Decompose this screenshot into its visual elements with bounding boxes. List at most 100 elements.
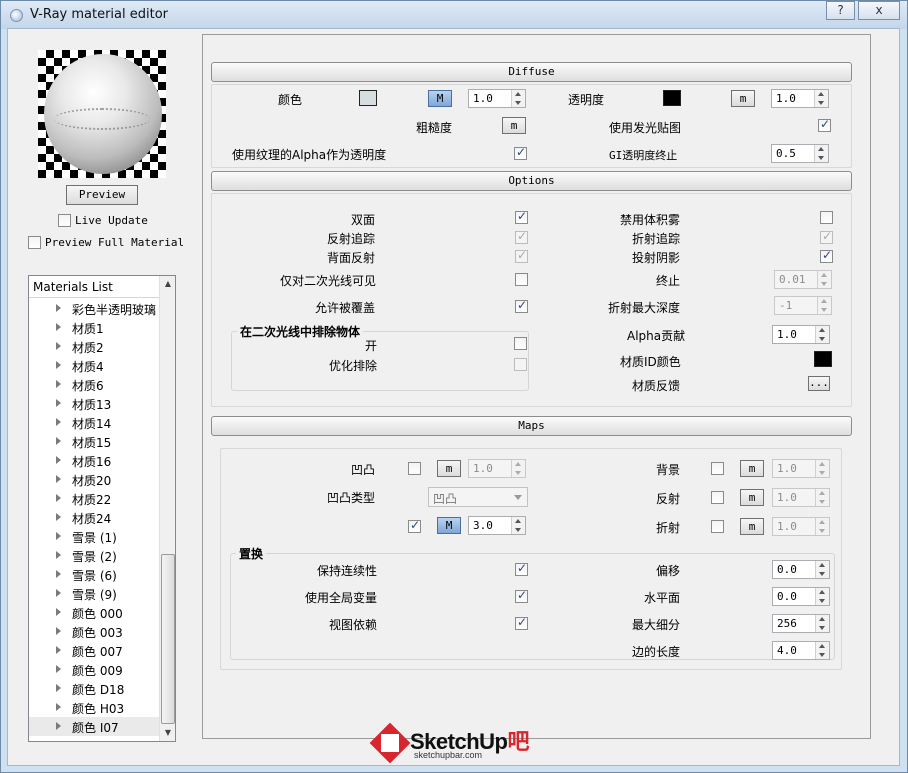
use-texture-alpha-checkbox[interactable]: [514, 145, 527, 160]
refraction-checkbox[interactable]: [711, 520, 724, 533]
disable-volume-fog-checkbox[interactable]: [820, 211, 833, 224]
list-item[interactable]: 材质24: [29, 508, 159, 527]
max-subdivs-spinner[interactable]: 256: [772, 614, 830, 633]
reflect-backside-checkbox[interactable]: [515, 248, 528, 263]
allow-overrides-checkbox[interactable]: [515, 298, 528, 313]
list-item[interactable]: 材质13: [29, 394, 159, 413]
displacement-map-button[interactable]: M: [437, 517, 461, 534]
list-item[interactable]: 颜色 007: [29, 641, 159, 660]
expand-arrow-icon[interactable]: [56, 342, 61, 350]
transparency-map-button[interactable]: m: [731, 90, 755, 107]
cast-shadows-checkbox[interactable]: [820, 248, 833, 263]
diffuse-color-multiplier[interactable]: 1.0: [468, 89, 526, 108]
trace-refractions-checkbox[interactable]: [820, 229, 833, 244]
transparency-color-swatch[interactable]: [663, 90, 681, 106]
background-map-button[interactable]: m: [740, 460, 764, 477]
expand-arrow-icon[interactable]: [56, 361, 61, 369]
scroll-up-icon[interactable]: ▲: [160, 276, 175, 292]
list-item[interactable]: 颜色 003: [29, 622, 159, 641]
reflection-multiplier[interactable]: 1.0: [772, 488, 830, 507]
expand-arrow-icon[interactable]: [56, 494, 61, 502]
list-item[interactable]: 颜色 H03: [29, 698, 159, 717]
expand-arrow-icon[interactable]: [56, 684, 61, 692]
list-item[interactable]: 雪景 (6): [29, 565, 159, 584]
use-global-checkbox[interactable]: [515, 588, 528, 603]
list-item[interactable]: 材质2: [29, 337, 159, 356]
expand-arrow-icon[interactable]: [56, 380, 61, 388]
list-item[interactable]: 材质16: [29, 451, 159, 470]
expand-arrow-icon[interactable]: [56, 722, 61, 730]
expand-arrow-icon[interactable]: [56, 646, 61, 654]
background-multiplier[interactable]: 1.0: [772, 459, 830, 478]
list-item[interactable]: 雪景 (2): [29, 546, 159, 565]
exclude-on-checkbox[interactable]: [514, 337, 527, 350]
expand-arrow-icon[interactable]: [56, 437, 61, 445]
scroll-down-icon[interactable]: ▼: [160, 725, 175, 741]
expand-arrow-icon[interactable]: [56, 475, 61, 483]
alpha-contribution-spinner[interactable]: 1.0: [772, 325, 830, 344]
refraction-multiplier[interactable]: 1.0: [772, 517, 830, 536]
list-item[interactable]: 颜色 009: [29, 660, 159, 679]
scroll-thumb[interactable]: [161, 554, 175, 724]
expand-arrow-icon[interactable]: [56, 456, 61, 464]
list-item[interactable]: 材质22: [29, 489, 159, 508]
list-item[interactable]: 材质15: [29, 432, 159, 451]
expand-arrow-icon[interactable]: [56, 551, 61, 559]
gi-cutoff-spinner[interactable]: 0.5: [771, 144, 829, 163]
close-button[interactable]: x: [858, 1, 900, 20]
list-item[interactable]: 颜色 D18: [29, 679, 159, 698]
use-illum-map-checkbox[interactable]: [818, 117, 831, 132]
shift-spinner[interactable]: 0.0: [772, 560, 830, 579]
max-refraction-depth-spinner[interactable]: -1: [774, 296, 832, 315]
displacement-checkbox[interactable]: [408, 518, 421, 533]
expand-arrow-icon[interactable]: [56, 532, 61, 540]
list-item[interactable]: 雪景 (1): [29, 527, 159, 546]
list-item[interactable]: 材质20: [29, 470, 159, 489]
refraction-map-button[interactable]: m: [740, 518, 764, 535]
reflection-map-button[interactable]: m: [740, 489, 764, 506]
bump-type-dropdown[interactable]: 凹凸: [428, 487, 528, 507]
diffuse-color-map-button[interactable]: M: [428, 90, 452, 107]
maps-header[interactable]: Maps: [211, 416, 852, 436]
expand-arrow-icon[interactable]: [56, 418, 61, 426]
list-item[interactable]: 颜色 I07: [29, 717, 159, 736]
bump-multiplier[interactable]: 1.0: [468, 459, 526, 478]
expand-arrow-icon[interactable]: [56, 513, 61, 521]
list-item[interactable]: 颜色 000: [29, 603, 159, 622]
diffuse-color-swatch[interactable]: [359, 90, 377, 106]
roughness-map-button[interactable]: m: [502, 117, 526, 134]
expand-arrow-icon[interactable]: [56, 589, 61, 597]
optimize-exclusion-checkbox[interactable]: [514, 358, 527, 371]
bump-checkbox[interactable]: [408, 462, 421, 475]
list-item[interactable]: 雪景 (9): [29, 584, 159, 603]
expand-arrow-icon[interactable]: [56, 703, 61, 711]
material-id-color-swatch[interactable]: [814, 351, 832, 367]
reflection-checkbox[interactable]: [711, 491, 724, 504]
expand-arrow-icon[interactable]: [56, 323, 61, 331]
diffuse-header[interactable]: Diffuse: [211, 62, 852, 82]
keep-continuity-checkbox[interactable]: [515, 561, 528, 576]
double-sided-checkbox[interactable]: [515, 209, 528, 224]
list-item[interactable]: 材质4: [29, 356, 159, 375]
materials-list-scrollbar[interactable]: ▲ ▼: [159, 276, 175, 741]
water-level-spinner[interactable]: 0.0: [772, 587, 830, 606]
preview-full-material-checkbox[interactable]: [28, 236, 41, 249]
view-dependent-checkbox[interactable]: [515, 615, 528, 630]
edge-length-spinner[interactable]: 4.0: [772, 641, 830, 660]
displacement-multiplier[interactable]: 3.0: [468, 516, 526, 535]
expand-arrow-icon[interactable]: [56, 627, 61, 635]
materials-list[interactable]: Materials List 彩色半透明玻璃 材质1 材质2 材质4 材质6 材质13 材质…: [28, 275, 176, 742]
live-update-checkbox[interactable]: [58, 214, 71, 227]
material-feedback-button[interactable]: ...: [808, 376, 830, 391]
list-item[interactable]: 材质1: [29, 318, 159, 337]
help-button[interactable]: ?: [826, 1, 855, 20]
options-header[interactable]: Options: [211, 171, 852, 191]
secondary-only-checkbox[interactable]: [515, 273, 528, 286]
expand-arrow-icon[interactable]: [56, 304, 61, 312]
bump-map-button[interactable]: m: [437, 460, 461, 477]
expand-arrow-icon[interactable]: [56, 665, 61, 673]
preview-button[interactable]: Preview: [66, 185, 138, 205]
transparency-multiplier[interactable]: 1.0: [771, 89, 829, 108]
list-item[interactable]: 材质6: [29, 375, 159, 394]
expand-arrow-icon[interactable]: [56, 570, 61, 578]
